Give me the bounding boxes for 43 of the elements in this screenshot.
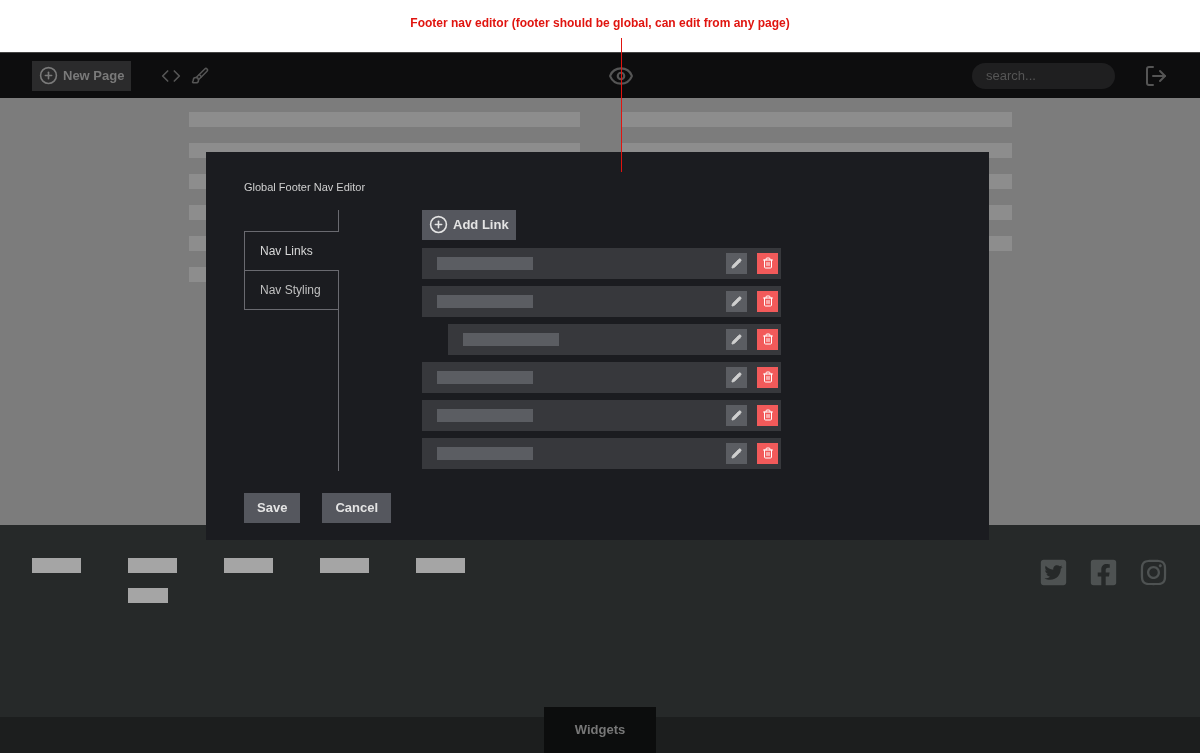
exit-icon[interactable] bbox=[1144, 63, 1168, 88]
edit-button[interactable] bbox=[726, 366, 747, 388]
nav-tab[interactable]: Nav Styling bbox=[244, 269, 339, 310]
plus-circle-icon bbox=[429, 215, 448, 234]
footer-link-placeholder bbox=[224, 558, 273, 573]
trash-icon bbox=[761, 257, 774, 269]
trash-icon bbox=[761, 295, 774, 307]
edit-button[interactable] bbox=[726, 404, 747, 426]
nav-tab[interactable]: Nav Links bbox=[244, 230, 339, 271]
footer-link-placeholder bbox=[320, 558, 369, 573]
delete-button[interactable] bbox=[757, 366, 778, 388]
widgets-tab[interactable]: Widgets bbox=[544, 707, 656, 753]
annotation-text: Footer nav editor (footer should be global, can edit from any page) bbox=[410, 15, 790, 32]
save-button[interactable]: Save bbox=[244, 492, 301, 523]
footer-link-placeholder bbox=[128, 588, 168, 603]
delete-button[interactable] bbox=[757, 252, 778, 274]
pencil-icon bbox=[731, 447, 742, 459]
pencil-icon bbox=[731, 371, 742, 383]
delete-button[interactable] bbox=[757, 328, 778, 350]
edit-button[interactable] bbox=[726, 442, 747, 464]
plus-circle-icon bbox=[39, 66, 58, 85]
pencil-icon bbox=[731, 295, 742, 307]
trash-icon bbox=[761, 371, 774, 383]
trash-icon bbox=[761, 333, 774, 345]
footer-link-placeholder bbox=[128, 558, 177, 573]
add-link-button[interactable]: Add Link bbox=[422, 209, 516, 240]
delete-button[interactable] bbox=[757, 442, 778, 464]
edit-button[interactable] bbox=[726, 252, 747, 274]
edit-button[interactable] bbox=[726, 290, 747, 312]
edit-button[interactable] bbox=[726, 328, 747, 350]
brush-icon[interactable] bbox=[191, 66, 210, 85]
editor-title: Global Footer Nav Editor bbox=[244, 180, 366, 195]
delete-button[interactable] bbox=[757, 290, 778, 312]
pencil-icon bbox=[731, 409, 742, 421]
pencil-icon bbox=[731, 333, 742, 345]
footer-link-placeholder bbox=[416, 558, 465, 573]
cancel-button[interactable]: Cancel bbox=[322, 492, 391, 523]
pencil-icon bbox=[731, 257, 742, 269]
footer-link-placeholder bbox=[32, 558, 81, 573]
trash-icon bbox=[761, 409, 774, 421]
trash-icon bbox=[761, 447, 774, 459]
new-page-button[interactable]: New Page bbox=[32, 60, 132, 91]
delete-button[interactable] bbox=[757, 404, 778, 426]
